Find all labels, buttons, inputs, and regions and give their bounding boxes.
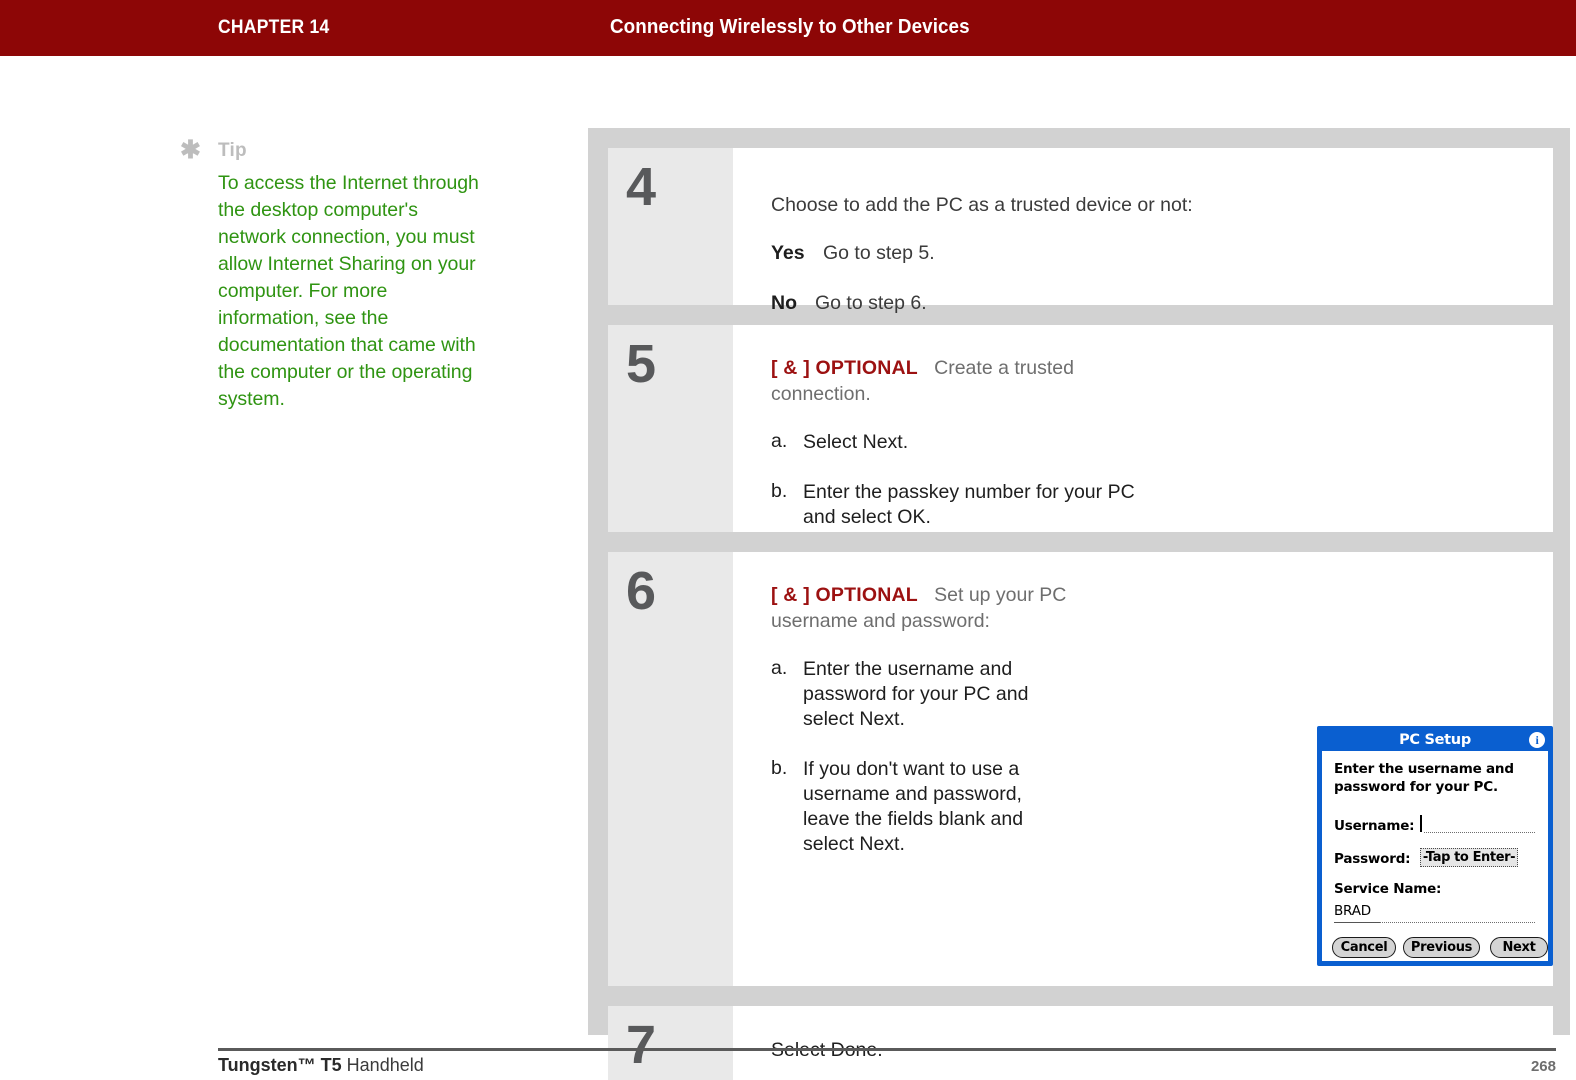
step4-choice-no-text: Go to step 6.	[815, 292, 927, 314]
pc-service-underline	[1334, 922, 1380, 923]
pc-prompt-line1: Enter the username and	[1334, 761, 1514, 777]
step-row: 4 Choose to add the PC as a trusted devi…	[608, 148, 1553, 314]
step5-sub-b-marker: b.	[771, 480, 788, 502]
pc-username-caret	[1420, 815, 1422, 832]
pc-username-dotline[interactable]	[1424, 832, 1535, 833]
step-number: 5	[626, 334, 656, 394]
step5-sub-b-text: Enter the passkey number for your PC and…	[803, 481, 1135, 528]
pc-previous-button[interactable]: Previous	[1403, 937, 1480, 958]
step6-sub-a-text: Enter the username and password for your…	[803, 658, 1029, 730]
pc-username-label: Username:	[1334, 818, 1415, 834]
step4-choice-no-label: No	[771, 292, 797, 314]
footer-product-bold: Tungsten™ T5	[218, 1055, 342, 1075]
tip-label: Tip	[218, 140, 247, 161]
step-number-cell: 4	[608, 148, 733, 305]
footer-product-name: Tungsten™ T5 Handheld	[218, 1055, 424, 1076]
step-number: 6	[626, 561, 656, 621]
step-row: 7 Select Done. Done	[608, 1006, 1553, 1080]
step4-intro: Choose to add the PC as a trusted device…	[771, 194, 1193, 216]
tip-header: ✱ Tip	[180, 136, 510, 166]
pc-next-button[interactable]: Next	[1490, 937, 1548, 958]
step6-sub-b-text: If you don't want to use a username and …	[803, 758, 1024, 855]
pc-service-name-value[interactable]: BRAD	[1334, 903, 1371, 919]
page-root: CHAPTER 14 Connecting Wirelessly to Othe…	[0, 0, 1576, 1080]
step6-sub-b-marker: b.	[771, 757, 788, 779]
asterisk-icon: ✱	[180, 136, 201, 164]
step5-sub-a-marker: a.	[771, 430, 788, 452]
page-header-bar: CHAPTER 14 Connecting Wirelessly to Othe…	[0, 0, 1576, 56]
pc-service-name-label: Service Name:	[1334, 881, 1442, 897]
info-icon[interactable]: i	[1529, 732, 1545, 748]
step-content: Select Done. Done	[771, 1006, 1553, 1080]
optional-badge: [ & ] OPTIONAL	[771, 584, 918, 606]
footer-product-rest: Handheld	[341, 1055, 424, 1075]
pc-setup-dialog[interactable]: PC Setup i Enter the username and passwo…	[1317, 726, 1553, 966]
step6-sub-a-marker: a.	[771, 657, 788, 679]
step-number-cell: 5	[608, 325, 733, 532]
dialog-title: PC Setup	[1399, 732, 1471, 748]
page-number: 268	[1530, 1058, 1556, 1075]
step5-sub-a-text: Select Next.	[803, 431, 909, 453]
dialog-body: Enter the username and password for your…	[1320, 751, 1550, 963]
page-title: Connecting Wirelessly to Other Devices	[610, 16, 970, 38]
chapter-label: CHAPTER 14	[218, 17, 330, 38]
step6-optional-line: [ & ] OPTIONAL Set up your PC username a…	[771, 582, 1121, 634]
step-content: [ & ] OPTIONAL Create a trusted connecti…	[771, 325, 1553, 700]
pc-cancel-button[interactable]: Cancel	[1332, 937, 1396, 958]
step-content: Choose to add the PC as a trusted device…	[771, 148, 1553, 314]
step-row: 6 [ & ] OPTIONAL Set up your PC username…	[608, 552, 1553, 986]
step5-optional-line: [ & ] OPTIONAL Create a trusted connecti…	[771, 355, 1131, 407]
step-row: 5 [ & ] OPTIONAL Create a trusted connec…	[608, 325, 1553, 700]
step-number-cell: 7	[608, 1006, 733, 1080]
pc-service-dotline	[1380, 922, 1535, 923]
step-number: 4	[626, 157, 656, 217]
tip-callout: ✱ Tip To access the Internet through the…	[180, 136, 510, 411]
step4-choice-yes-text: Go to step 5.	[823, 242, 935, 264]
tip-body-text: To access the Internet through the deskt…	[218, 172, 479, 410]
step-content: [ & ] OPTIONAL Set up your PC username a…	[771, 552, 1553, 986]
pc-password-label: Password:	[1334, 851, 1411, 867]
step4-choice-yes-label: Yes	[771, 242, 805, 264]
pc-password-tap-field[interactable]: -Tap to Enter-	[1420, 848, 1518, 867]
footer-divider	[218, 1048, 1556, 1051]
dialog-titlebar: PC Setup i	[1320, 729, 1550, 751]
optional-badge: [ & ] OPTIONAL	[771, 357, 918, 379]
steps-container: 4 Choose to add the PC as a trusted devi…	[588, 128, 1570, 1080]
step-number: 7	[626, 1015, 656, 1075]
step-number-cell: 6	[608, 552, 733, 986]
pc-prompt-line2: password for your PC.	[1334, 779, 1498, 795]
